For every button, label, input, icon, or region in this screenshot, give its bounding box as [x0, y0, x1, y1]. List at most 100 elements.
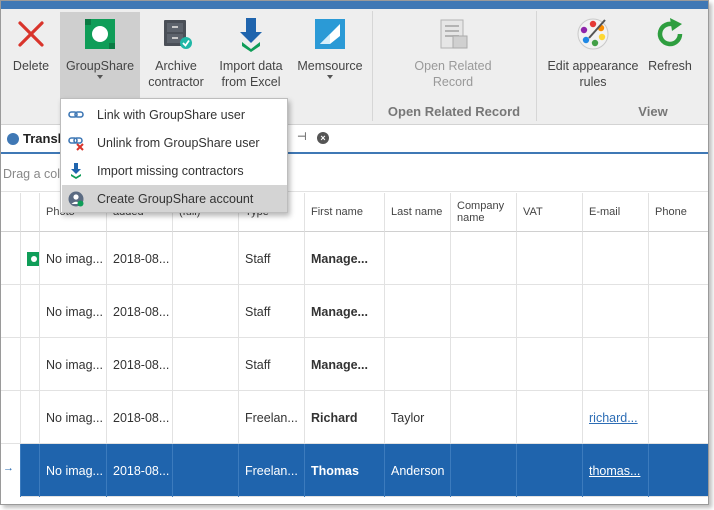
edit-appearance-rules-button[interactable]: Edit appearance rules [541, 12, 645, 100]
table-cell[interactable] [385, 338, 451, 391]
table-cell[interactable]: 2018-08... [107, 444, 173, 497]
table-cell[interactable] [649, 285, 708, 338]
table-cell[interactable]: → [1, 444, 21, 497]
table-cell[interactable]: Taylor [385, 391, 451, 444]
table-cell[interactable] [649, 391, 708, 444]
row-indicator-header[interactable] [1, 193, 21, 232]
table-cell[interactable] [517, 391, 583, 444]
table-cell[interactable]: No imag... [40, 444, 107, 497]
table-cell[interactable]: Manage... [305, 285, 385, 338]
menu-item-unlink-groupshare-user[interactable]: Unlink from GroupShare user [62, 129, 287, 156]
table-cell[interactable] [21, 444, 40, 497]
vat-column-header[interactable]: VAT [517, 193, 583, 232]
cell-photo: No imag... [46, 304, 103, 319]
groupshare-button[interactable]: GroupShare [60, 12, 140, 100]
table-cell[interactable]: Freelan... [239, 444, 305, 497]
table-cell[interactable] [173, 338, 239, 391]
table-cell[interactable]: No imag... [40, 391, 107, 444]
open-related-record-button[interactable]: Open Related Record [403, 12, 503, 100]
table-cell[interactable]: Richard [305, 391, 385, 444]
chevron-down-icon [97, 75, 103, 79]
table-cell[interactable] [173, 232, 239, 285]
table-cell[interactable] [1, 391, 21, 444]
cell-type: Staff [245, 251, 271, 266]
first-name-column-header[interactable]: First name [305, 193, 385, 232]
table-cell[interactable] [385, 285, 451, 338]
refresh-icon [657, 18, 683, 47]
table-cell[interactable]: 2018-08... [107, 232, 173, 285]
table-cell[interactable] [1, 338, 21, 391]
table-cell[interactable] [385, 232, 451, 285]
table-cell[interactable]: Staff [239, 338, 305, 391]
table-cell[interactable] [21, 285, 40, 338]
open-related-label-2: Record [432, 75, 474, 89]
memsource-button[interactable]: Memsource [293, 12, 367, 100]
cell-date: 2018-08... [113, 357, 170, 372]
table-cell[interactable]: richard... [583, 391, 649, 444]
import-label-1: Import data [219, 59, 283, 73]
table-cell[interactable]: No imag... [40, 232, 107, 285]
table-cell[interactable]: No imag... [40, 285, 107, 338]
table-cell[interactable] [649, 338, 708, 391]
table-cell[interactable] [173, 444, 239, 497]
table-cell[interactable]: Manage... [305, 338, 385, 391]
menu-item-import-missing-contractors[interactable]: Import missing contractors [62, 157, 287, 184]
table-cell[interactable] [451, 444, 517, 497]
groupshare-column-header[interactable] [21, 193, 40, 232]
table-cell[interactable] [451, 232, 517, 285]
table-cell[interactable]: Freelan... [239, 391, 305, 444]
refresh-button[interactable]: Refresh [645, 12, 695, 100]
phone-column-header[interactable]: Phone [649, 193, 708, 232]
table-cell[interactable] [517, 338, 583, 391]
last-name-column-header[interactable]: Last name [385, 193, 451, 232]
table-cell[interactable]: No imag... [40, 338, 107, 391]
table-cell[interactable] [451, 391, 517, 444]
table-cell[interactable] [583, 285, 649, 338]
table-cell[interactable] [517, 285, 583, 338]
table-cell[interactable]: Staff [239, 232, 305, 285]
open-related-group-caption: Open Related Record [387, 104, 521, 119]
table-cell[interactable] [451, 285, 517, 338]
table-cell[interactable]: 2018-08... [107, 391, 173, 444]
cell-email[interactable]: richard... [589, 411, 638, 425]
table-cell[interactable] [21, 338, 40, 391]
table-cell[interactable] [517, 232, 583, 285]
import-down-icon [71, 162, 81, 179]
table-cell[interactable]: 2018-08... [107, 285, 173, 338]
table-cell[interactable]: Anderson [385, 444, 451, 497]
table-cell[interactable] [583, 232, 649, 285]
table-cell[interactable] [517, 444, 583, 497]
table-row[interactable]: No imag... 2018-08... Staff Manage... [1, 285, 708, 338]
company-name-column-header[interactable]: Company name [451, 193, 517, 232]
cell-email[interactable]: thomas... [589, 464, 640, 478]
table-cell[interactable] [583, 338, 649, 391]
close-icon[interactable]: × [317, 132, 329, 144]
table-cell[interactable] [1, 232, 21, 285]
table-cell[interactable]: 2018-08... [107, 338, 173, 391]
groupshare-icon [85, 19, 115, 49]
table-cell[interactable] [1, 285, 21, 338]
table-cell[interactable] [173, 285, 239, 338]
table-row[interactable]: No imag... 2018-08... Staff Manage... [1, 232, 708, 285]
table-cell[interactable] [173, 391, 239, 444]
table-cell[interactable]: Manage... [305, 232, 385, 285]
email-column-header[interactable]: E-mail [583, 193, 649, 232]
table-cell[interactable]: Staff [239, 285, 305, 338]
pin-icon[interactable]: ⊣ [297, 130, 307, 143]
table-cell[interactable] [451, 338, 517, 391]
menu-item-link-groupshare-user[interactable]: Link with GroupShare user [62, 101, 287, 128]
menu-item-create-groupshare-account[interactable]: Create GroupShare account [62, 185, 287, 212]
table-row[interactable]: No imag... 2018-08... Freelan... Richard Tay… [1, 391, 708, 444]
import-excel-button[interactable]: Import data from Excel [213, 12, 289, 100]
table-cell[interactable] [649, 444, 708, 497]
edit-appearance-label-2: rules [579, 75, 607, 89]
table-cell[interactable]: thomas... [583, 444, 649, 497]
table-row[interactable]: No imag... 2018-08... Staff Manage... [1, 338, 708, 391]
table-cell[interactable]: Thomas [305, 444, 385, 497]
table-row[interactable]: → No imag... 2018-08... Freelan... Thomas And… [1, 444, 708, 497]
delete-button[interactable]: Delete [5, 12, 57, 100]
table-cell[interactable] [21, 232, 40, 285]
table-cell[interactable] [649, 232, 708, 285]
table-cell[interactable] [21, 391, 40, 444]
archive-contractor-button[interactable]: Archive contractor [144, 12, 208, 100]
